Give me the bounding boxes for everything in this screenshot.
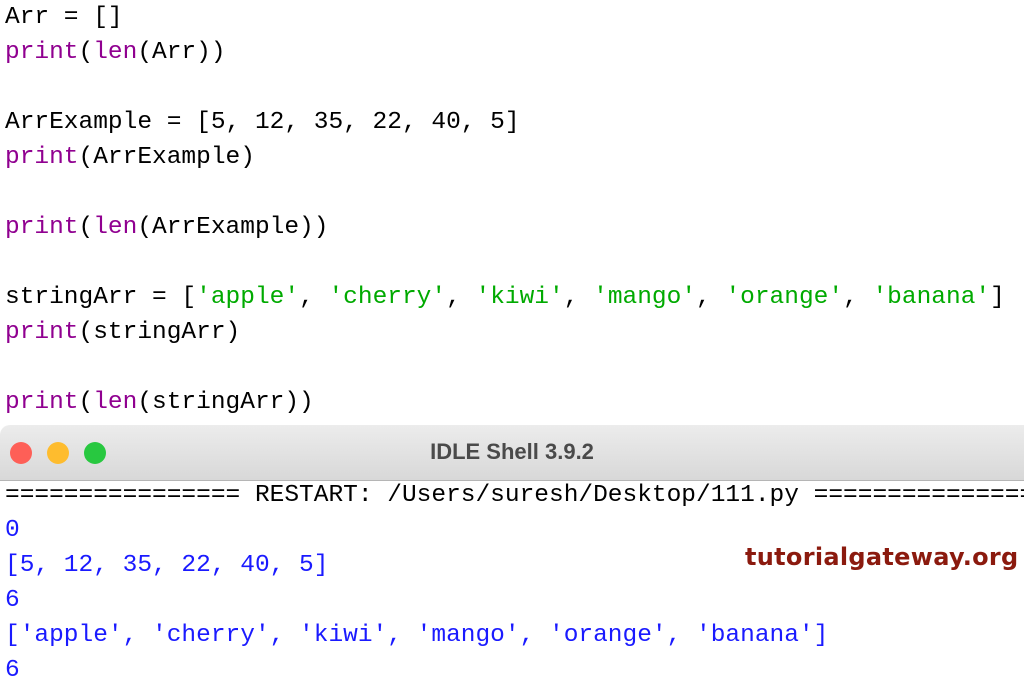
string-literal: 'banana' xyxy=(872,284,991,311)
keyword: len xyxy=(93,214,138,241)
watermark: tutorialgateway.org xyxy=(745,543,1019,571)
keyword: len xyxy=(93,389,138,416)
string-literal: 'mango' xyxy=(593,284,697,311)
separator: , xyxy=(563,284,594,311)
string-literal: 'kiwi' xyxy=(475,284,564,311)
separator: , xyxy=(843,284,873,311)
keyword: print xyxy=(5,319,79,346)
code-line-9: stringArr = ['apple', 'cherry', 'kiwi', … xyxy=(5,280,1005,315)
code-text: (Arr)) xyxy=(137,39,226,66)
code-text: (stringArr)) xyxy=(137,389,314,416)
separator: , xyxy=(299,284,329,311)
separator: , xyxy=(446,284,476,311)
restart-line: ================ RESTART: /Users/suresh/… xyxy=(5,482,1024,509)
separator: , xyxy=(696,284,726,311)
keyword: print xyxy=(5,389,79,416)
keyword: print xyxy=(5,39,79,66)
output-line: 6 xyxy=(5,587,20,614)
output-line: [5, 12, 35, 22, 40, 5] xyxy=(5,552,329,579)
code-text: stringArr = [ xyxy=(5,284,197,311)
string-literal: 'orange' xyxy=(725,284,844,311)
code-line-1: Arr = [] xyxy=(5,4,123,31)
code-text: (stringArr) xyxy=(78,319,241,346)
string-literal: 'cherry' xyxy=(328,284,447,311)
output-line: 0 xyxy=(5,517,20,544)
output-line: ['apple', 'cherry', 'kiwi', 'mango', 'or… xyxy=(5,622,829,649)
code-line-10: print(stringArr) xyxy=(5,315,240,350)
output-line: 6 xyxy=(5,657,20,684)
code-line-5: print(ArrExample) xyxy=(5,140,255,175)
code-line-7: print(len(ArrExample)) xyxy=(5,210,328,245)
string-literal: 'apple' xyxy=(196,284,300,311)
code-editor[interactable]: Arr = [] print(len(Arr)) ArrExample = [5… xyxy=(0,0,1024,425)
keyword: len xyxy=(93,39,138,66)
code-text: ] xyxy=(990,284,1005,311)
code-text: ( xyxy=(78,389,94,416)
code-text: ( xyxy=(78,39,94,66)
window-title: IDLE Shell 3.9.2 xyxy=(430,439,594,464)
shell-output[interactable]: ================ RESTART: /Users/suresh/… xyxy=(0,481,1024,692)
keyword: print xyxy=(5,214,79,241)
code-line-12: print(len(stringArr)) xyxy=(5,385,314,420)
code-text: ( xyxy=(78,214,94,241)
code-line-2: print(len(Arr)) xyxy=(5,35,226,70)
code-line-4: ArrExample = [5, 12, 35, 22, 40, 5] xyxy=(5,109,520,136)
code-text: (ArrExample) xyxy=(78,144,255,171)
code-text: (ArrExample)) xyxy=(137,214,329,241)
window-titlebar[interactable]: IDLE Shell 3.9.2 xyxy=(0,425,1024,481)
keyword: print xyxy=(5,144,79,171)
